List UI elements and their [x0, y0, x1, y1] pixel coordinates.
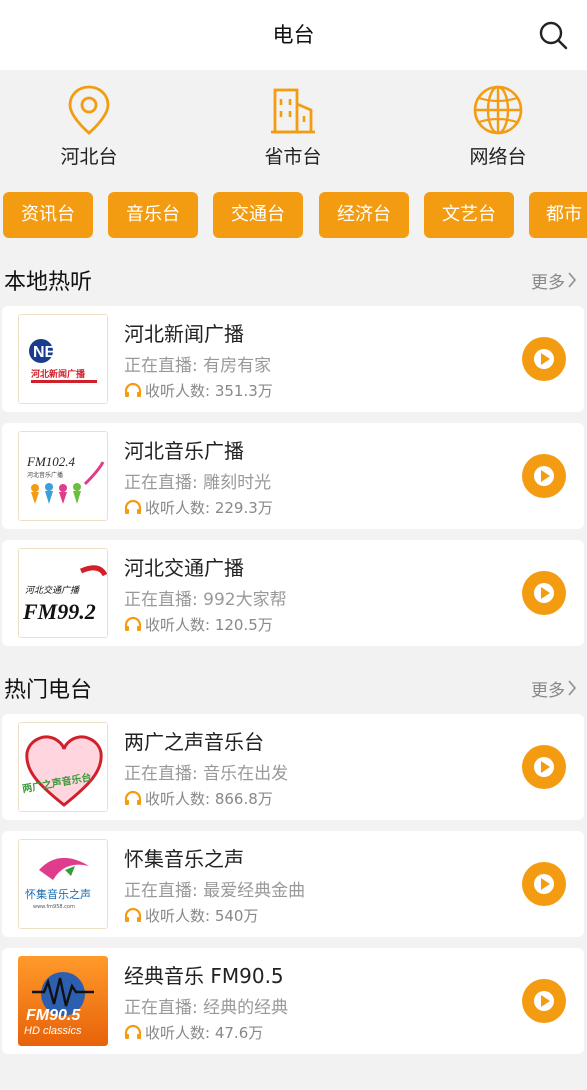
listener-count: 收听人数: 229.3万: [124, 497, 273, 518]
play-icon: [534, 874, 554, 894]
station-name: 经典音乐 FM90.5: [124, 964, 284, 988]
category-network[interactable]: 网络台: [438, 84, 558, 174]
chip-city[interactable]: 都市: [529, 192, 587, 238]
chip-traffic[interactable]: 交通台: [213, 192, 303, 238]
logo-subtext: 河北新闻广播: [31, 368, 86, 380]
play-button[interactable]: [522, 571, 566, 615]
logo-text: NEWS: [33, 344, 81, 361]
station-logo: 怀集音乐之声 www.fm958.com: [18, 839, 108, 929]
station-logo: NEWS 河北新闻广播: [18, 314, 108, 404]
station-card[interactable]: FM90.5 HD classics 经典音乐 FM90.5 正在直播: 经典的…: [2, 948, 584, 1054]
chip-economy[interactable]: 经济台: [319, 192, 409, 238]
listener-count: 收听人数: 120.5万: [124, 614, 273, 635]
play-icon: [534, 466, 554, 486]
live-program: 正在直播: 经典的经典: [124, 998, 289, 1018]
station-logo: FM90.5 HD classics: [18, 956, 108, 1046]
station-name: 河北交通广播: [124, 556, 244, 580]
logo-subtext: 河北音乐广播: [27, 471, 63, 479]
station-logo: 河北交通广播 FM99.2: [18, 548, 108, 638]
section-header-local: 本地热听 更多: [0, 260, 587, 300]
chevron-right-icon[interactable]: [567, 680, 577, 696]
chevron-right-icon[interactable]: [567, 272, 577, 288]
station-name: 两广之声音乐台: [124, 730, 264, 754]
chip-arts[interactable]: 文艺台: [424, 192, 514, 238]
headphones-icon: [124, 907, 142, 922]
globe-icon: [473, 85, 523, 135]
headphones-icon: [124, 790, 142, 805]
location-pin-icon: [68, 85, 110, 135]
listener-count: 收听人数: 351.3万: [124, 380, 273, 401]
station-card[interactable]: 怀集音乐之声 www.fm958.com 怀集音乐之声 正在直播: 最爱经典金曲…: [2, 831, 584, 937]
section-header-hot: 热门电台 更多: [0, 668, 587, 708]
headphones-icon: [124, 382, 142, 397]
station-logo: FM102.4 河北音乐广播: [18, 431, 108, 521]
chip-news[interactable]: 资讯台: [3, 192, 93, 238]
listener-count: 收听人数: 47.6万: [124, 1022, 263, 1043]
play-icon: [534, 349, 554, 369]
headphones-icon: [124, 1024, 142, 1039]
live-program: 正在直播: 最爱经典金曲: [124, 881, 306, 901]
station-card[interactable]: 两广之声音乐台 两广之声音乐台 正在直播: 音乐在出发 收听人数: 866.8万: [2, 714, 584, 820]
category-hebei[interactable]: 河北台: [29, 84, 149, 174]
category-provincial[interactable]: 省市台: [233, 84, 353, 174]
section-title: 本地热听: [4, 270, 93, 295]
more-link[interactable]: 更多: [531, 676, 565, 701]
headphones-icon: [124, 499, 142, 514]
logo-text: FM90.5: [26, 1007, 81, 1024]
play-button[interactable]: [522, 979, 566, 1023]
category-row: 河北台 省市台 网络台: [0, 70, 587, 180]
logo-subtext: HD classics: [24, 1025, 82, 1037]
building-icon: [271, 88, 315, 134]
search-icon[interactable]: [537, 19, 569, 51]
station-name: 河北新闻广播: [124, 322, 244, 346]
logo-text: FM102.4: [26, 454, 76, 469]
page-title: 电台: [272, 23, 315, 47]
section-title: 热门电台: [4, 678, 93, 703]
play-icon: [534, 991, 554, 1011]
logo-subtext: 河北交通广播: [25, 585, 80, 596]
play-icon: [534, 757, 554, 777]
more-link[interactable]: 更多: [531, 268, 565, 293]
station-name: 河北音乐广播: [124, 439, 244, 463]
logo-text: FM99.2: [22, 599, 96, 624]
listener-count: 收听人数: 540万: [124, 905, 258, 926]
live-program: 正在直播: 雕刻时光: [124, 473, 272, 493]
live-program: 正在直播: 992大家帮: [124, 590, 287, 610]
logo-text: 怀集音乐之声: [25, 887, 91, 901]
play-icon: [534, 583, 554, 603]
play-button[interactable]: [522, 745, 566, 789]
station-logo: 两广之声音乐台: [18, 722, 108, 812]
live-program: 正在直播: 有房有家: [124, 356, 272, 376]
play-button[interactable]: [522, 862, 566, 906]
category-label: 省市台: [264, 146, 322, 168]
play-button[interactable]: [522, 337, 566, 381]
genre-chip-row: 资讯台 音乐台 交通台 经济台 文艺台 都市: [0, 192, 587, 240]
play-button[interactable]: [522, 454, 566, 498]
headphones-icon: [124, 616, 142, 631]
station-card[interactable]: 河北交通广播 FM99.2 河北交通广播 正在直播: 992大家帮 收听人数: …: [2, 540, 584, 646]
category-label: 河北台: [60, 146, 118, 168]
station-name: 怀集音乐之声: [124, 847, 244, 871]
station-card[interactable]: FM102.4 河北音乐广播 河北音乐广播 正在直播: 雕刻时光 收听人数: 2…: [2, 423, 584, 529]
live-program: 正在直播: 音乐在出发: [124, 764, 289, 784]
listener-count: 收听人数: 866.8万: [124, 788, 273, 809]
station-card[interactable]: NEWS 河北新闻广播 河北新闻广播 正在直播: 有房有家 收听人数: 351.…: [2, 306, 584, 412]
category-label: 网络台: [469, 146, 527, 168]
chip-music[interactable]: 音乐台: [108, 192, 198, 238]
logo-subtext: www.fm958.com: [33, 904, 75, 910]
top-bar: 电台: [0, 0, 587, 70]
